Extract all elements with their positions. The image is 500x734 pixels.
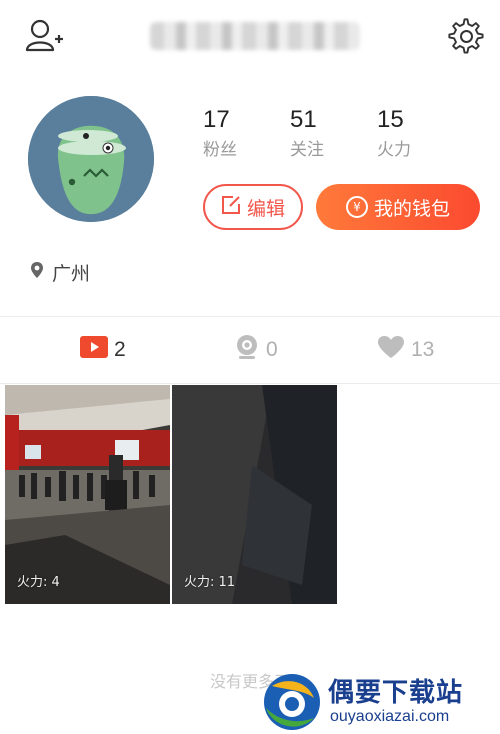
edit-label: 编辑: [246, 197, 285, 220]
stat-value: 17: [203, 106, 230, 133]
stat-label: 火力: [377, 140, 411, 160]
tab-count: 2: [114, 338, 126, 361]
gear-icon[interactable]: [448, 18, 486, 56]
location-text: 广州: [52, 262, 91, 285]
yen-icon: ¥: [345, 196, 368, 218]
stat-firepower[interactable]: 15 火力: [377, 104, 447, 164]
webcam-icon: [234, 334, 260, 366]
stat-value: 15: [377, 106, 404, 133]
divider: [0, 383, 500, 384]
stat-label: 关注: [290, 140, 324, 160]
edit-icon: [221, 195, 241, 220]
stat-following[interactable]: 51 关注: [290, 104, 360, 164]
video-play-icon: [80, 336, 108, 364]
heart-icon: [377, 335, 405, 365]
watermark-url: ouyaoxiazai.com: [330, 708, 450, 725]
username-blurred: [150, 22, 360, 50]
stat-followers[interactable]: 17 粉丝: [203, 104, 273, 164]
video-thumbnail[interactable]: 火力: 11: [172, 385, 337, 604]
tab-live[interactable]: 0: [234, 334, 278, 366]
video-firepower-label: 火力: 11: [184, 575, 236, 590]
divider: [0, 316, 500, 317]
stat-label: 粉丝: [203, 140, 237, 160]
tab-videos[interactable]: 2: [80, 334, 126, 366]
edit-profile-button[interactable]: 编辑: [203, 184, 303, 230]
watermark-title: 偶要下载站: [328, 678, 464, 708]
location: 广州: [30, 258, 90, 286]
watermark-logo-icon: [264, 674, 320, 730]
tab-likes[interactable]: 13: [377, 334, 434, 366]
video-thumbnail[interactable]: 火力: 4: [5, 385, 170, 604]
top-bar: [0, 0, 500, 76]
location-pin-icon: [30, 261, 44, 284]
stat-value: 51: [290, 106, 317, 133]
add-user-icon[interactable]: [24, 18, 64, 54]
wallet-label: 我的钱包: [373, 197, 450, 220]
site-watermark: 偶要下载站 ouyaoxiazai.com: [258, 668, 500, 734]
tab-count: 0: [266, 338, 278, 361]
video-firepower-label: 火力: 4: [17, 575, 60, 590]
my-wallet-button[interactable]: ¥ 我的钱包: [316, 184, 480, 230]
tab-count: 13: [411, 338, 435, 361]
avatar[interactable]: [28, 96, 154, 222]
